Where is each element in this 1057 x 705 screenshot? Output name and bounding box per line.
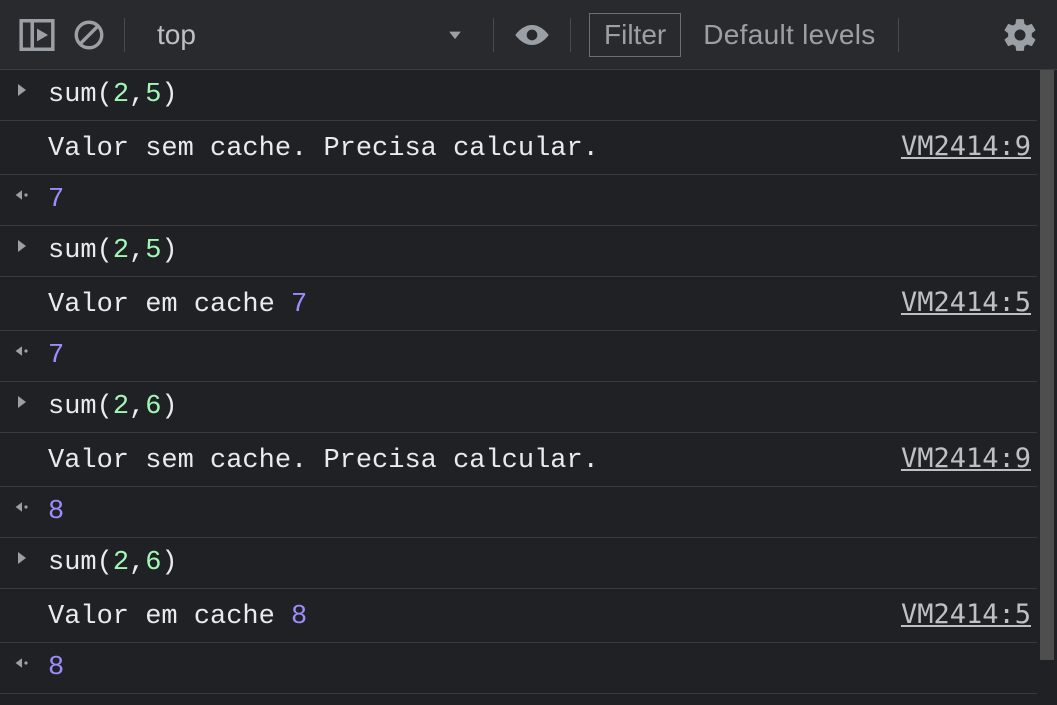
- toolbar-divider: [493, 18, 494, 52]
- chevron-right-icon: [14, 394, 30, 410]
- log-level-label: Default levels: [703, 19, 875, 50]
- chevron-right-icon: [14, 238, 30, 254]
- ban-icon: [72, 18, 106, 52]
- row-content: Valor em cache 7 VM2414:5: [48, 287, 1057, 320]
- row-marker: [14, 548, 48, 566]
- console-row-input: sum(2,5): [0, 70, 1057, 121]
- row-content: sum(2,6): [48, 392, 1057, 422]
- log-message: Valor sem cache. Precisa calcular.: [48, 134, 599, 164]
- console-row-log: Valor em cache 8 VM2414:5: [0, 589, 1057, 643]
- row-content: Valor sem cache. Precisa calcular. VM2414…: [48, 443, 1057, 476]
- row-content: Valor em cache 8 VM2414:5: [48, 599, 1057, 632]
- console-row-input: sum(2,6): [0, 538, 1057, 589]
- console-row-result: 8: [0, 487, 1057, 538]
- row-marker: [14, 185, 48, 203]
- row-marker: [14, 392, 48, 410]
- toolbar-divider: [124, 18, 125, 52]
- console-row-result: 7: [0, 175, 1057, 226]
- toggle-sidebar-button[interactable]: [14, 12, 60, 58]
- scrollbar-thumb[interactable]: [1040, 70, 1054, 660]
- row-marker: [14, 497, 48, 515]
- filter-input[interactable]: Filter: [589, 13, 681, 57]
- row-content: sum(2,6): [48, 548, 1057, 578]
- row-marker: [14, 131, 48, 133]
- chevron-right-icon: [14, 550, 30, 566]
- console-row-log: Valor em cache 7 VM2414:5: [0, 277, 1057, 331]
- row-content: sum(2,5): [48, 80, 1057, 110]
- result-value: 7: [48, 341, 64, 371]
- console-row-log: Valor sem cache. Precisa calcular. VM2414…: [0, 433, 1057, 487]
- source-link[interactable]: VM2414:5: [901, 287, 1031, 318]
- vertical-scrollbar[interactable]: [1037, 70, 1057, 705]
- row-marker: [14, 287, 48, 289]
- source-link[interactable]: VM2414:5: [901, 599, 1031, 630]
- row-marker: [14, 236, 48, 254]
- row-content: 7: [48, 185, 1057, 215]
- row-marker: [14, 341, 48, 359]
- console-log-area: sum(2,5) Valor sem cache. Precisa calcula…: [0, 70, 1057, 694]
- log-message: Valor sem cache. Precisa calcular.: [48, 446, 599, 476]
- row-marker: [14, 653, 48, 671]
- context-selector[interactable]: top: [139, 19, 479, 51]
- result-value: 7: [48, 185, 64, 215]
- result-arrow-icon: [14, 187, 30, 203]
- chevron-down-icon: [445, 25, 465, 45]
- result-arrow-icon: [14, 655, 30, 671]
- live-expression-button[interactable]: [508, 17, 556, 53]
- result-arrow-icon: [14, 499, 30, 515]
- log-message: Valor em cache 8: [48, 602, 307, 632]
- console-row-result: 7: [0, 331, 1057, 382]
- result-arrow-icon: [14, 343, 30, 359]
- row-marker: [14, 443, 48, 445]
- console-toolbar: top Filter Default levels: [0, 0, 1057, 70]
- clear-console-button[interactable]: [68, 14, 110, 56]
- result-value: 8: [48, 497, 64, 527]
- console-row-log: Valor sem cache. Precisa calcular. VM2414…: [0, 121, 1057, 175]
- console-row-input: sum(2,5): [0, 226, 1057, 277]
- context-label: top: [157, 19, 196, 51]
- input-expression: sum(2,6): [48, 548, 178, 578]
- input-expression: sum(2,5): [48, 80, 178, 110]
- row-content: 7: [48, 341, 1057, 371]
- toolbar-divider: [898, 18, 899, 52]
- eye-icon: [512, 21, 552, 49]
- input-expression: sum(2,5): [48, 236, 178, 266]
- chevron-right-icon: [14, 82, 30, 98]
- source-link[interactable]: VM2414:9: [901, 443, 1031, 474]
- console-settings-button[interactable]: [997, 12, 1043, 58]
- row-content: 8: [48, 653, 1057, 683]
- console-row-input: sum(2,6): [0, 382, 1057, 433]
- log-message: Valor em cache 7: [48, 290, 307, 320]
- filter-placeholder: Filter: [604, 19, 666, 50]
- row-marker: [14, 599, 48, 601]
- console-row-result: 8: [0, 643, 1057, 694]
- toolbar-divider: [570, 18, 571, 52]
- source-link[interactable]: VM2414:9: [901, 131, 1031, 162]
- log-level-selector[interactable]: Default levels: [689, 19, 883, 51]
- input-expression: sum(2,6): [48, 392, 178, 422]
- sidebar-play-icon: [18, 16, 56, 54]
- result-value: 8: [48, 653, 64, 683]
- row-content: 8: [48, 497, 1057, 527]
- row-content: sum(2,5): [48, 236, 1057, 266]
- row-content: Valor sem cache. Precisa calcular. VM2414…: [48, 131, 1057, 164]
- gear-icon: [1001, 16, 1039, 54]
- row-marker: [14, 80, 48, 98]
